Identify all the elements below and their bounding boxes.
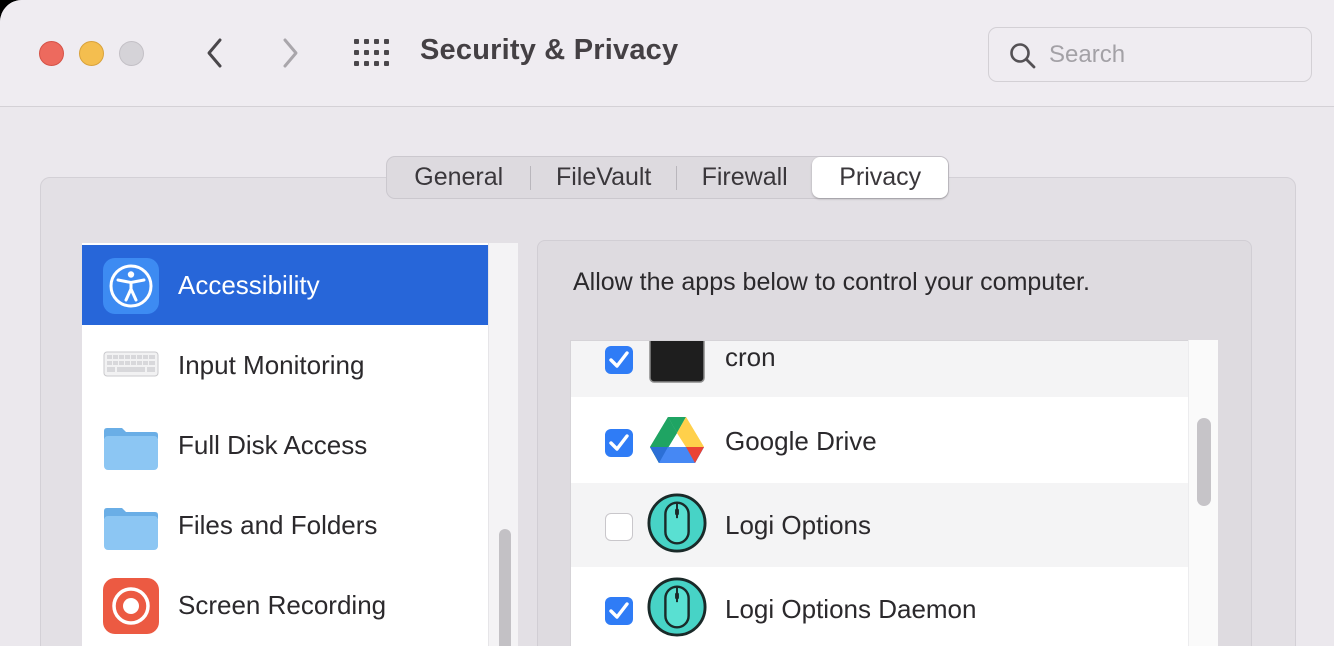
sidebar-item-label: Files and Folders (178, 509, 378, 540)
zoom-button[interactable] (119, 41, 144, 66)
sidebar-item-label: Full Disk Access (178, 429, 368, 460)
forward-button[interactable] (273, 36, 307, 70)
sidebar-item-accessibility[interactable]: Accessibility (82, 245, 488, 325)
privacy-category-list: Accessibility Input Monitoring Full Disk… (82, 243, 488, 646)
tab-filevault[interactable]: FileVault (531, 157, 675, 198)
checkmark-icon (609, 434, 629, 451)
list-item-cron: exec cron (571, 340, 1189, 397)
keyboard-icon (103, 351, 159, 377)
terminal-exec-icon: exec (649, 340, 705, 383)
search-field[interactable] (988, 27, 1312, 82)
screen-recording-icon (103, 578, 159, 634)
app-name: Google Drive (725, 426, 877, 456)
app-list-scrollbar[interactable] (1188, 340, 1218, 646)
sidebar-item-label: Screen Recording (178, 589, 387, 620)
tab-bar: General FileVault Firewall Privacy (386, 156, 949, 199)
sidebar-item-label: Input Monitoring (178, 349, 365, 380)
app-checkbox-cron[interactable] (605, 346, 633, 374)
exec-label: exec (657, 340, 676, 342)
tab-general[interactable]: General (387, 157, 530, 198)
folder-icon (104, 508, 158, 550)
sidebar-item-input-monitoring[interactable]: Input Monitoring (82, 325, 488, 405)
search-icon (1010, 43, 1036, 69)
back-button[interactable] (198, 36, 232, 70)
list-item-logi-options-daemon: Logi Options Daemon (571, 567, 1189, 646)
mouse-icon (647, 577, 707, 637)
list-item-logi-options: Logi Options (571, 483, 1189, 567)
app-list-scrollbar-thumb[interactable] (1197, 418, 1211, 506)
checkmark-icon (609, 602, 629, 619)
detail-description: Allow the apps below to control your com… (573, 268, 1090, 296)
app-name: Logi Options Daemon (725, 594, 977, 624)
app-name: cron (725, 342, 776, 372)
list-item-google-drive: Google Drive (571, 399, 1189, 483)
minimize-button[interactable] (79, 41, 104, 66)
chevron-left-icon (207, 38, 222, 68)
sidebar-scrollbar-thumb[interactable] (499, 529, 511, 646)
app-checkbox-logi-options[interactable] (605, 513, 633, 541)
search-input[interactable] (1049, 38, 1289, 72)
checkmark-icon (609, 351, 629, 368)
app-checkbox-logi-options-daemon[interactable] (605, 597, 633, 625)
toolbar: Security & Privacy (0, 0, 1334, 107)
chevron-right-icon (283, 38, 298, 68)
google-drive-icon (650, 417, 704, 463)
sidebar-item-screen-recording[interactable]: Screen Recording (82, 565, 488, 645)
window-title: Security & Privacy (420, 34, 679, 66)
app-name: Logi Options (725, 510, 871, 540)
security-privacy-window: Security & Privacy General FileVault Fir… (0, 0, 1334, 646)
tab-firewall[interactable]: Firewall (677, 157, 813, 198)
app-list: exec cron (570, 340, 1218, 646)
mouse-icon (647, 493, 707, 553)
folder-icon (104, 428, 158, 470)
sidebar-scrollbar[interactable] (488, 243, 518, 646)
sidebar-item-label: Accessibility (178, 269, 320, 300)
show-all-button[interactable] (352, 37, 392, 69)
tab-privacy[interactable]: Privacy (812, 157, 948, 198)
sidebar-item-full-disk-access[interactable]: Full Disk Access (82, 405, 488, 485)
sidebar-item-files-and-folders[interactable]: Files and Folders (82, 485, 488, 565)
grid-icon (354, 39, 389, 66)
app-checkbox-google-drive[interactable] (605, 429, 633, 457)
close-button[interactable] (39, 41, 64, 66)
accessibility-icon (103, 258, 159, 314)
